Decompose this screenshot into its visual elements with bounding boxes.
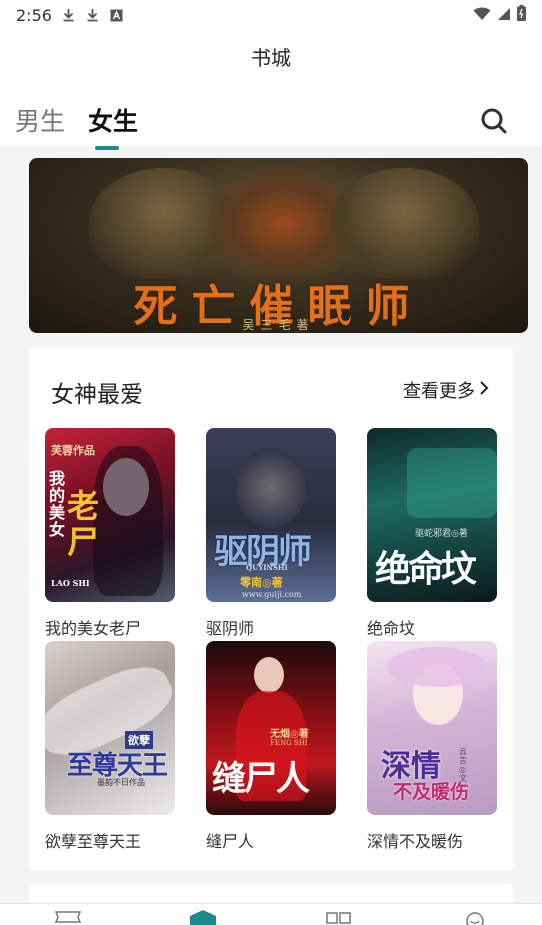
cover-figure bbox=[254, 657, 284, 693]
book-cover: 无烟◎著 FENG SHI 缝尸人 bbox=[206, 641, 336, 815]
bookshelf-icon[interactable] bbox=[54, 910, 82, 925]
chevron-right-icon bbox=[479, 380, 489, 401]
cover-figure bbox=[236, 448, 306, 528]
status-bar: 2:56 bbox=[0, 0, 542, 30]
page-title: 书城 bbox=[251, 45, 291, 70]
book-item[interactable]: 芙蓉作品 我的美女 老尸 LAO SHI 我的美女老尸 bbox=[45, 428, 175, 639]
bottom-nav bbox=[0, 903, 542, 925]
banner-author: 吴三毛著 bbox=[242, 318, 315, 332]
cover-tag: LAO SHI bbox=[51, 578, 90, 588]
cover-title: 老尸 bbox=[67, 487, 100, 561]
cover-flowers bbox=[387, 647, 487, 687]
book-title: 驱阴师 bbox=[206, 619, 255, 638]
cover-author: 驱蛇邪君◎著 bbox=[415, 529, 468, 539]
search-button[interactable] bbox=[480, 107, 510, 137]
cover-scene bbox=[407, 448, 497, 518]
book-cover: 芙蓉作品 我的美女 老尸 LAO SHI bbox=[45, 428, 175, 602]
book-item[interactable]: 无烟◎著 FENG SHI 缝尸人 缝尸人 bbox=[206, 641, 336, 852]
download-icon bbox=[62, 8, 76, 22]
book-item[interactable]: 驱蛇邪君◎著 绝命坟 绝命坟 bbox=[367, 428, 497, 639]
banner-carousel[interactable]: 死亡催眠师 吴三毛著 bbox=[29, 158, 528, 333]
cover-site: www.guiji.com bbox=[242, 590, 302, 599]
cover-author: 零南◎著 bbox=[240, 576, 283, 589]
cover-tag: QUYINSHI bbox=[246, 563, 288, 572]
banner-figure bbox=[329, 168, 479, 278]
category-icon[interactable] bbox=[326, 910, 352, 925]
search-icon bbox=[480, 108, 508, 139]
cover-subtitle: 不及暖伤 bbox=[393, 781, 470, 803]
book-title: 绝命坟 bbox=[367, 619, 416, 638]
cover-author: 墨韵不日作品 bbox=[97, 778, 145, 787]
book-title: 深情不及暖伤 bbox=[367, 832, 464, 851]
font-icon bbox=[110, 8, 124, 22]
download-icon bbox=[86, 8, 100, 22]
book-title: 欲孽至尊天王 bbox=[45, 832, 142, 851]
book-cover: 云言◎文 深情 不及暖伤 bbox=[367, 641, 497, 815]
section-title: 女神最爱 bbox=[51, 382, 143, 408]
cover-title: 缝尸人 bbox=[212, 759, 310, 799]
cover-author: 芙蓉作品 bbox=[51, 444, 95, 457]
book-cover: 欲孽 至尊天王 墨韵不日作品 bbox=[45, 641, 175, 815]
tab-female[interactable]: 女生 bbox=[88, 102, 138, 138]
goddess-favorites-section: 女神最爱 查看更多 芙蓉作品 我的美女 老尸 LAO SHI 我的美女老尸 驱阴… bbox=[29, 347, 513, 871]
profile-icon[interactable] bbox=[464, 910, 486, 925]
cover-title: 绝命坟 bbox=[375, 548, 477, 590]
book-cover: 驱阴师 QUYINSHI 零南◎著 www.guiji.com bbox=[206, 428, 336, 602]
status-time: 2:56 bbox=[16, 5, 52, 25]
book-item[interactable]: 云言◎文 深情 不及暖伤 深情不及暖伤 bbox=[367, 641, 497, 852]
cover-hair bbox=[93, 446, 163, 596]
wifi-icon bbox=[473, 6, 491, 25]
signal-icon bbox=[497, 6, 511, 25]
book-item[interactable]: 驱阴师 QUYINSHI 零南◎著 www.guiji.com 驱阴师 bbox=[206, 428, 336, 639]
gender-tabs: 男生 女生 bbox=[0, 82, 542, 150]
carousel-indicator-dot bbox=[341, 312, 350, 321]
cover-tag: FENG SHI bbox=[270, 739, 308, 747]
see-more-label: 查看更多 bbox=[403, 381, 475, 402]
tab-male[interactable]: 男生 bbox=[15, 102, 65, 138]
see-more-link[interactable]: 查看更多 bbox=[403, 377, 489, 403]
book-cover: 驱蛇邪君◎著 绝命坟 bbox=[367, 428, 497, 602]
book-title: 我的美女老尸 bbox=[45, 619, 142, 638]
app-header: 书城 bbox=[0, 30, 542, 82]
bookstore-icon[interactable] bbox=[189, 910, 217, 925]
battery-icon bbox=[517, 5, 526, 25]
book-title: 缝尸人 bbox=[206, 832, 255, 851]
book-item[interactable]: 欲孽 至尊天王 墨韵不日作品 欲孽至尊天王 bbox=[45, 641, 175, 852]
tab-active-indicator bbox=[95, 146, 119, 150]
cover-author: 无烟◎著 bbox=[270, 729, 309, 740]
cover-subtitle: 我的美女 bbox=[49, 469, 66, 539]
